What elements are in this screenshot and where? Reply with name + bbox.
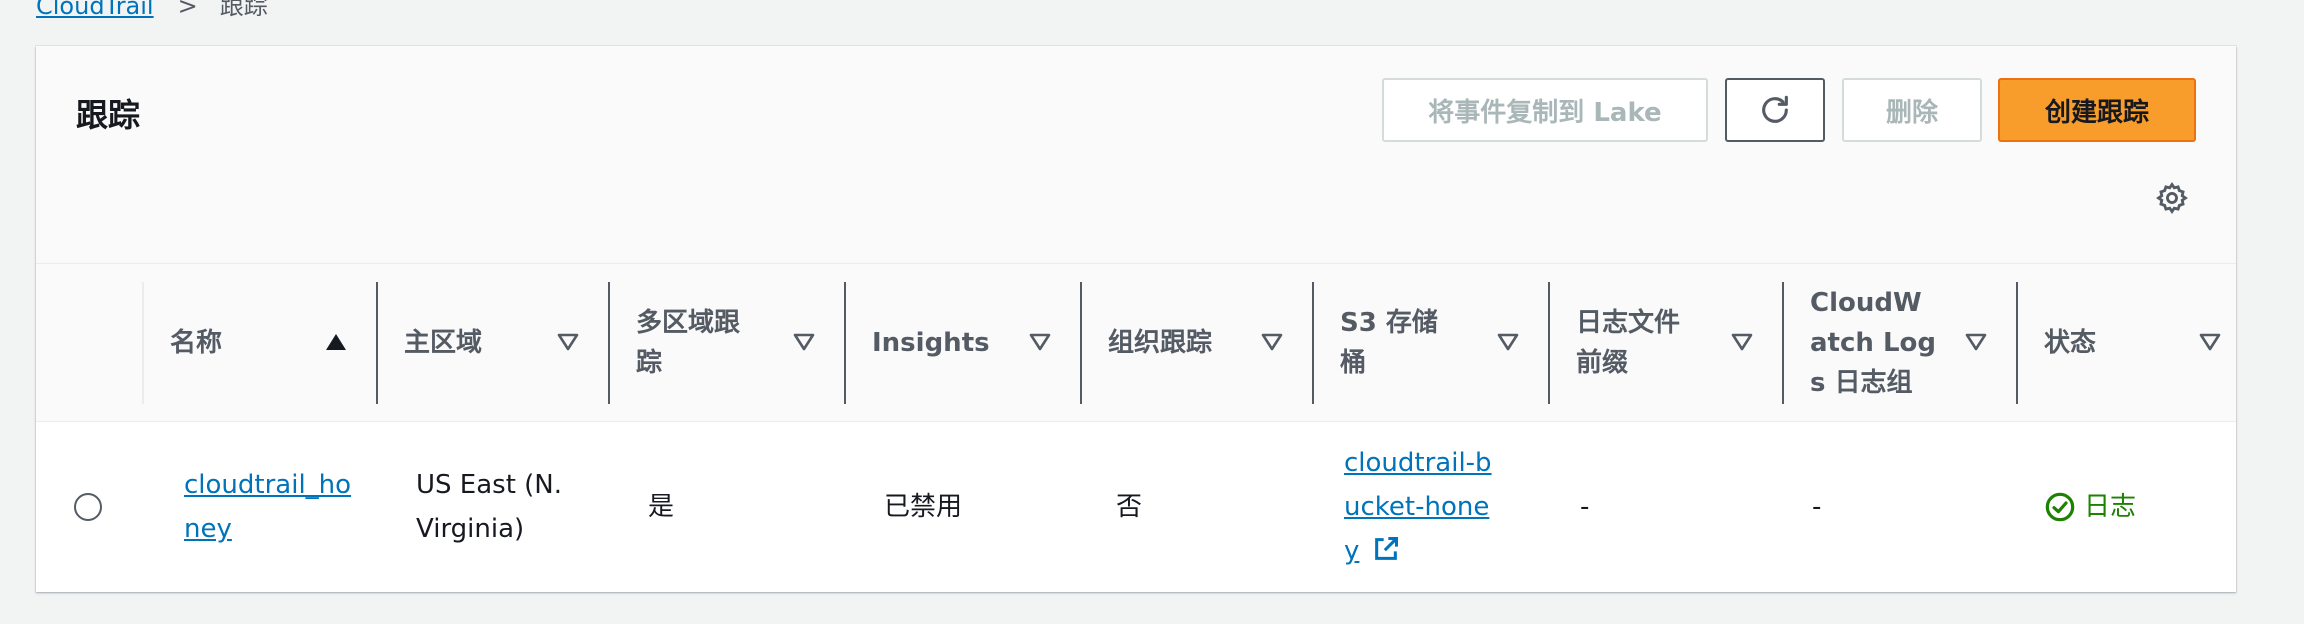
table-header: 名称 主区域 多区域跟踪 Insights 组织跟踪 S3 存储桶 日志文件前缀… <box>36 264 2236 422</box>
breadcrumb-link-cloudtrail[interactable]: CloudTrail <box>36 0 154 20</box>
sort-icon[interactable] <box>1026 328 1054 356</box>
delete-button[interactable]: 删除 <box>1842 78 1982 142</box>
column-header-cloudwatch-logs[interactable]: CloudWatch Logs 日志组 <box>1784 264 2016 422</box>
refresh-button[interactable] <box>1725 78 1825 142</box>
s3-bucket-link[interactable]: cloudtrail-bucket-honey <box>1344 448 1492 566</box>
trails-panel: 跟踪 将事件复制到 Lake 删除 创建跟踪 名称 主区域 多区域跟踪 Insi… <box>36 46 2236 592</box>
breadcrumb-current: 跟踪 <box>219 0 268 20</box>
column-header-label: 组织跟踪 <box>1108 328 1213 358</box>
sort-icon[interactable] <box>2196 328 2224 356</box>
copy-to-lake-button[interactable]: 将事件复制到 Lake <box>1382 78 1708 142</box>
breadcrumb-separator: > <box>177 0 198 20</box>
row-select-radio[interactable] <box>74 493 102 521</box>
success-check-icon <box>2045 492 2075 522</box>
gear-icon <box>2156 182 2188 214</box>
home-region-cell: US East (N. Virginia) <box>416 470 563 544</box>
table-settings-button[interactable] <box>2154 180 2190 216</box>
sort-icon[interactable] <box>1494 328 1522 356</box>
cloudwatch-log-group-cell: - <box>1812 492 1822 522</box>
column-header-s3-bucket[interactable]: S3 存储桶 <box>1314 264 1548 422</box>
create-trail-button[interactable]: 创建跟踪 <box>1998 78 2196 142</box>
sort-icon[interactable] <box>1258 328 1286 356</box>
column-header-label: 主区域 <box>404 328 483 358</box>
s3-bucket-cell: cloudtrail-bucket-honey <box>1344 422 1494 592</box>
column-header-label: 名称 <box>170 328 223 358</box>
status-label: 日志 <box>2084 492 2137 522</box>
column-header-label: 状态 <box>2044 328 2097 358</box>
column-header-label: 多区域跟踪 <box>636 308 741 378</box>
column-header-label: 日志文件前缀 <box>1576 308 1681 378</box>
trail-name-cell: cloudtrail_honey <box>184 422 354 592</box>
status-badge: 日志 <box>2044 485 2136 529</box>
panel-header: 跟踪 将事件复制到 Lake 删除 创建跟踪 <box>36 46 2236 264</box>
insights-cell: 已禁用 <box>884 492 963 522</box>
breadcrumb: CloudTrail > 跟踪 <box>36 0 268 20</box>
column-header-org-trail[interactable]: 组织跟踪 <box>1082 264 1312 422</box>
sort-icon[interactable] <box>1962 328 1990 356</box>
page-title: 跟踪 <box>76 96 141 134</box>
column-header-home-region[interactable]: 主区域 <box>378 264 608 422</box>
org-trail-cell: 否 <box>1116 492 1143 522</box>
column-header-insights[interactable]: Insights <box>846 264 1080 422</box>
refresh-icon <box>1762 95 1788 123</box>
column-header-status[interactable]: 状态 <box>2018 264 2236 422</box>
log-prefix-cell: - <box>1580 492 1590 522</box>
column-header-log-prefix[interactable]: 日志文件前缀 <box>1550 264 1782 422</box>
trail-name-link[interactable]: cloudtrail_honey <box>184 463 354 551</box>
status-cell: 日志 <box>2044 422 2224 592</box>
column-header-label: Insights <box>872 328 990 358</box>
column-header-name[interactable]: 名称 <box>144 264 376 422</box>
table-row[interactable]: cloudtrail_honey US East (N. Virginia) 是… <box>36 422 2236 592</box>
column-header-label: S3 存储桶 <box>1340 308 1438 378</box>
external-link-icon[interactable] <box>1372 535 1400 563</box>
multi-region-cell: 是 <box>648 492 675 522</box>
column-header-label: CloudWatch Logs 日志组 <box>1810 288 1936 398</box>
sort-icon[interactable] <box>554 328 582 356</box>
sort-ascending-icon[interactable] <box>322 328 350 356</box>
sort-icon[interactable] <box>1728 328 1756 356</box>
column-header-multi-region[interactable]: 多区域跟踪 <box>610 264 844 422</box>
sort-icon[interactable] <box>790 328 818 356</box>
